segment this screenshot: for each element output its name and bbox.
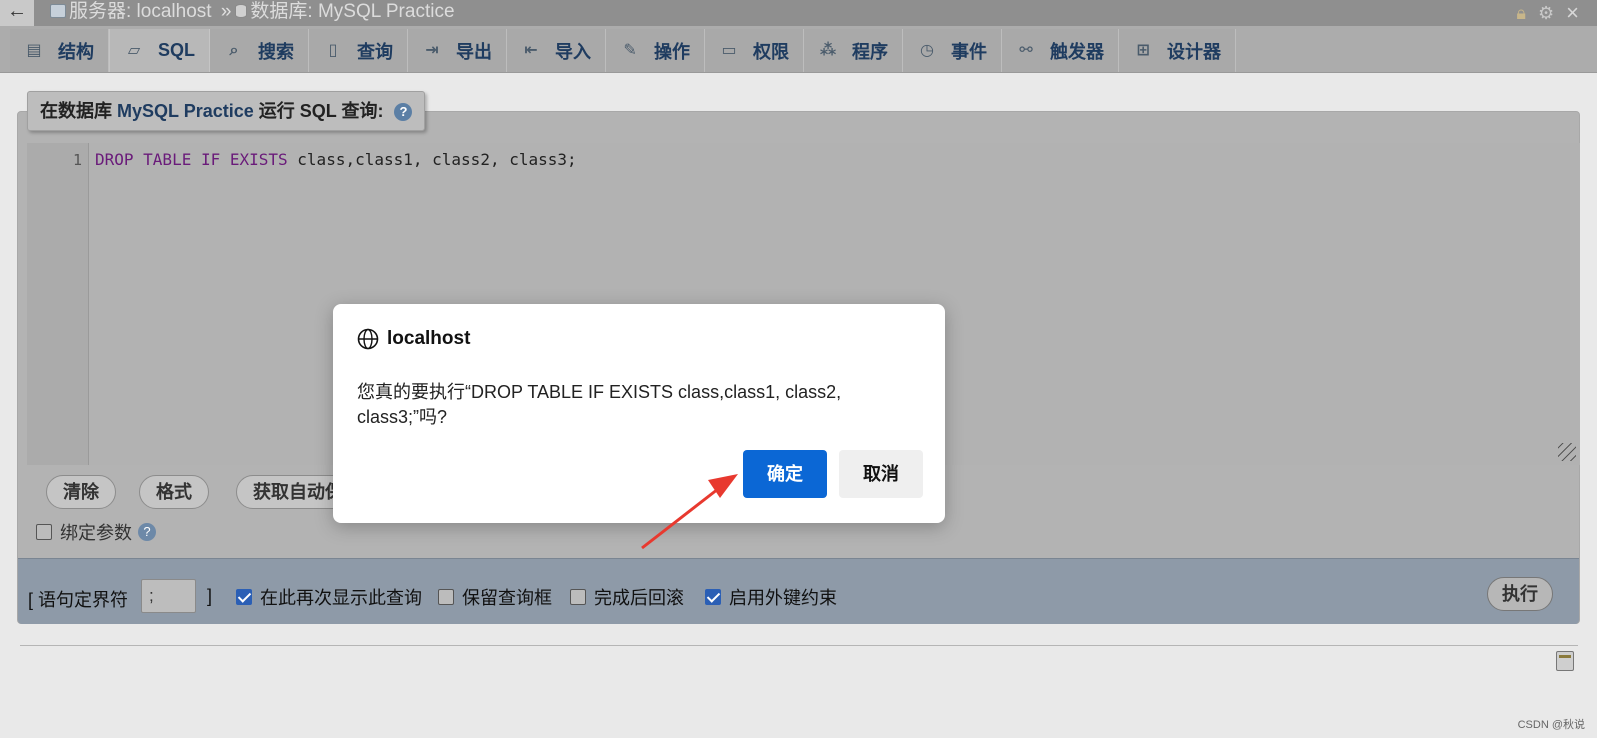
sql-keywords: DROP TABLE IF EXISTS: [95, 150, 288, 169]
line-number: 1: [72, 151, 82, 169]
tab-query[interactable]: ▯ 查询: [309, 29, 409, 72]
bind-params-label: 绑定参数: [60, 523, 132, 543]
breadcrumb-bar: ← 服务器: localhost » 数据库: MySQL Practice 🔒︎…: [0, 0, 1597, 26]
confirm-dialog: localhost 您真的要执行“DROP TABLE IF EXISTS cl…: [333, 304, 945, 523]
clock-icon: ◷: [920, 41, 934, 59]
confirm-ok-button[interactable]: 确定: [743, 450, 827, 498]
tab-label: 操作: [654, 41, 691, 62]
query-icon: ▯: [328, 41, 338, 59]
tab-export[interactable]: ⇥ 导出: [408, 29, 508, 72]
export-icon: ⇥: [425, 41, 439, 59]
tab-events[interactable]: ◷ 事件: [903, 29, 1003, 72]
privileges-icon: ▭: [721, 41, 737, 59]
keep-box-checkbox[interactable]: [438, 589, 454, 605]
bind-params-row: 绑定参数 ?: [36, 521, 156, 543]
foreign-keys-checkbox[interactable]: [705, 589, 721, 605]
options-bar: [ 语句定界符 ; ] 在此再次显示此查询 保留查询框 完成后回滚 启用外键约束…: [18, 558, 1579, 624]
rollback-label: 完成后回滚: [594, 588, 684, 608]
get-autosaved-button[interactable]: 获取自动保: [236, 475, 341, 509]
tab-triggers[interactable]: ⚯ 触发器: [1002, 29, 1120, 72]
legend-suffix: 运行 SQL 查询:: [258, 101, 384, 121]
server-icon: [50, 4, 66, 18]
panel-legend: 在数据库 MySQL Practice 运行 SQL 查询: ?: [27, 91, 426, 131]
delimiter-label: [ 语句定界符: [28, 590, 129, 610]
breadcrumb: 服务器: localhost » 数据库: MySQL Practice: [50, 0, 455, 26]
line-gutter: 1: [27, 143, 89, 465]
breadcrumb-server[interactable]: 服务器: localhost: [69, 1, 212, 22]
help-icon[interactable]: ?: [394, 103, 413, 121]
run-button[interactable]: 执行: [1487, 577, 1553, 611]
tab-label: 事件: [951, 41, 988, 62]
import-icon: ⇤: [524, 41, 538, 59]
delimiter-bracket: ]: [207, 586, 213, 606]
foreign-keys-option[interactable]: 启用外键约束: [705, 584, 837, 610]
legend-database: MySQL Practice: [117, 101, 254, 121]
dialog-title: localhost: [387, 328, 471, 349]
tab-label: 搜索: [258, 41, 295, 62]
tab-operations[interactable]: ✎ 操作: [606, 29, 706, 72]
lock-icon[interactable]: 🔒︎: [1516, 3, 1526, 23]
breadcrumb-database[interactable]: 数据库: MySQL Practice: [250, 1, 454, 22]
tab-label: 查询: [357, 41, 394, 62]
search-icon: ⌕: [229, 41, 239, 59]
show-again-label: 在此再次显示此查询: [260, 588, 422, 608]
foreign-keys-label: 启用外键约束: [729, 588, 837, 608]
database-icon: [235, 4, 248, 18]
tab-label: 设计器: [1167, 41, 1222, 62]
confirm-cancel-button[interactable]: 取消: [839, 450, 923, 498]
tab-label: 导出: [456, 41, 493, 62]
legend-prefix: 在数据库: [40, 101, 112, 121]
tab-privileges[interactable]: ▭ 权限: [705, 29, 805, 72]
help-icon[interactable]: ?: [138, 523, 156, 541]
console-icon[interactable]: [1556, 651, 1574, 671]
tab-structure[interactable]: ▤ 结构: [10, 29, 109, 72]
clear-button[interactable]: 清除: [46, 475, 116, 509]
keep-box-option[interactable]: 保留查询框: [438, 584, 552, 610]
designer-icon: ⊞: [1136, 41, 1150, 59]
tab-label: 权限: [753, 41, 790, 62]
tab-label: 结构: [58, 41, 94, 62]
keep-box-label: 保留查询框: [462, 588, 552, 608]
tab-routines[interactable]: ⁂ 程序: [804, 29, 904, 72]
format-button[interactable]: 格式: [139, 475, 209, 509]
bind-params-checkbox[interactable]: [36, 524, 52, 540]
sql-identifiers: class,class1, class2, class3;: [287, 150, 577, 169]
rollback-option[interactable]: 完成后回滚: [570, 584, 684, 610]
watermark: CSDN @秋说: [1517, 719, 1585, 731]
structure-icon: ▤: [26, 41, 42, 59]
delimiter-input[interactable]: ;: [141, 579, 196, 613]
show-again-option[interactable]: 在此再次显示此查询: [236, 584, 422, 610]
divider: [20, 645, 1578, 646]
wrench-icon: ✎: [623, 41, 637, 59]
dialog-message: 您真的要执行“DROP TABLE IF EXISTS class,class1…: [357, 382, 842, 427]
routines-icon: ⁂: [819, 41, 837, 59]
back-arrow-icon[interactable]: ←: [0, 0, 34, 26]
tab-designer[interactable]: ⊞ 设计器: [1119, 29, 1237, 72]
sql-icon: ▱: [127, 41, 141, 59]
close-icon[interactable]: ×: [1566, 2, 1579, 24]
tab-import[interactable]: ⇤ 导入: [507, 29, 607, 72]
tab-label: 程序: [852, 41, 889, 62]
tab-label: 导入: [555, 41, 592, 62]
tab-bar: ▤ 结构 ▱ SQL ⌕ 搜索 ▯ 查询 ⇥ 导出 ⇤ 导入 ✎ 操作 ▭ 权限 ⁂ 程序 ◷ 事件…: [0, 26, 1597, 73]
gear-icon[interactable]: ⚙: [1538, 3, 1554, 23]
tab-label: SQL: [158, 40, 196, 60]
triggers-icon: ⚯: [1019, 41, 1033, 59]
globe-icon: [357, 328, 379, 350]
breadcrumb-separator: »: [220, 1, 232, 22]
rollback-checkbox[interactable]: [570, 589, 586, 605]
show-again-checkbox[interactable]: [236, 589, 252, 605]
tab-label: 触发器: [1050, 41, 1105, 62]
tab-search[interactable]: ⌕ 搜索: [210, 29, 310, 72]
sql-code[interactable]: DROP TABLE IF EXISTS class,class1, class…: [95, 150, 577, 169]
resize-handle[interactable]: [1558, 443, 1576, 461]
tab-sql[interactable]: ▱ SQL: [109, 29, 211, 72]
